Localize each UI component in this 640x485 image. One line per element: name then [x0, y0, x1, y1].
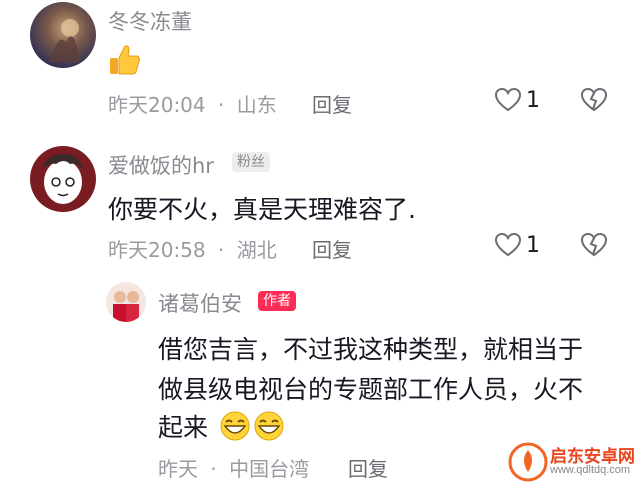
reply-location: 中国台湾 — [229, 457, 310, 481]
avatar[interactable] — [30, 2, 96, 68]
nebula-icon — [50, 19, 80, 62]
reply-time: 昨天 — [158, 457, 198, 481]
watermark: 启东安卓网 www.qdltdq.com — [506, 440, 640, 485]
separator: · — [218, 238, 225, 262]
dislike-button[interactable] — [580, 232, 608, 262]
reply-button[interactable]: 回复 — [312, 234, 352, 263]
reply-button[interactable]: 回复 — [348, 453, 388, 482]
grinning-face-icon — [220, 411, 250, 441]
heart-icon — [494, 232, 522, 257]
reply-meta: 昨天 · 中国台湾 — [158, 453, 309, 482]
heart-icon — [494, 87, 522, 112]
comment-location: 湖北 — [236, 238, 277, 262]
couple-photo-icon — [113, 291, 139, 322]
comment-username[interactable]: 冬冬冻董 — [108, 6, 192, 36]
reply-content-line-2: 做县级电视台的专题部工作人员，火不 — [158, 375, 584, 404]
comment-time: 昨天20:58 — [108, 238, 206, 262]
reply-content-line-3: 起来 — [158, 408, 286, 444]
cartoon-face-icon — [42, 154, 84, 204]
comment-time: 昨天20:04 — [108, 93, 206, 117]
comment-meta: 昨天20:04 · 山东 — [108, 89, 277, 118]
like-button[interactable] — [494, 87, 522, 117]
comment-location: 山东 — [236, 93, 277, 117]
avatar[interactable] — [30, 146, 96, 212]
comment-content: 你要不火，真是天理难容了. — [108, 195, 416, 224]
watermark-url: www.qdltdq.com — [550, 464, 631, 476]
reply-content-line-1: 借您吉言，不过我这种类型，就相当于 — [158, 335, 584, 364]
author-badge: 作者 — [258, 291, 296, 311]
broken-heart-icon — [580, 232, 608, 257]
comment-meta: 昨天20:58 · 湖北 — [108, 234, 277, 263]
author-username[interactable]: 诸葛伯安 — [158, 288, 242, 318]
grinning-face-icon — [254, 411, 284, 441]
separator: · — [210, 457, 217, 481]
fan-badge: 粉丝 — [232, 152, 270, 172]
like-button[interactable] — [494, 232, 522, 262]
dislike-button[interactable] — [580, 87, 608, 117]
comment-username[interactable]: 爱做饭的hr — [108, 150, 214, 180]
reply-content-text: 起来 — [158, 413, 209, 442]
watermark-logo-icon — [508, 442, 548, 482]
like-count: 1 — [526, 88, 540, 113]
like-count: 1 — [526, 233, 540, 258]
author-avatar[interactable] — [106, 282, 146, 322]
broken-heart-icon — [580, 87, 608, 112]
separator: · — [218, 93, 225, 117]
reply-button[interactable]: 回复 — [312, 89, 352, 118]
thumbs-up-icon — [106, 42, 142, 82]
